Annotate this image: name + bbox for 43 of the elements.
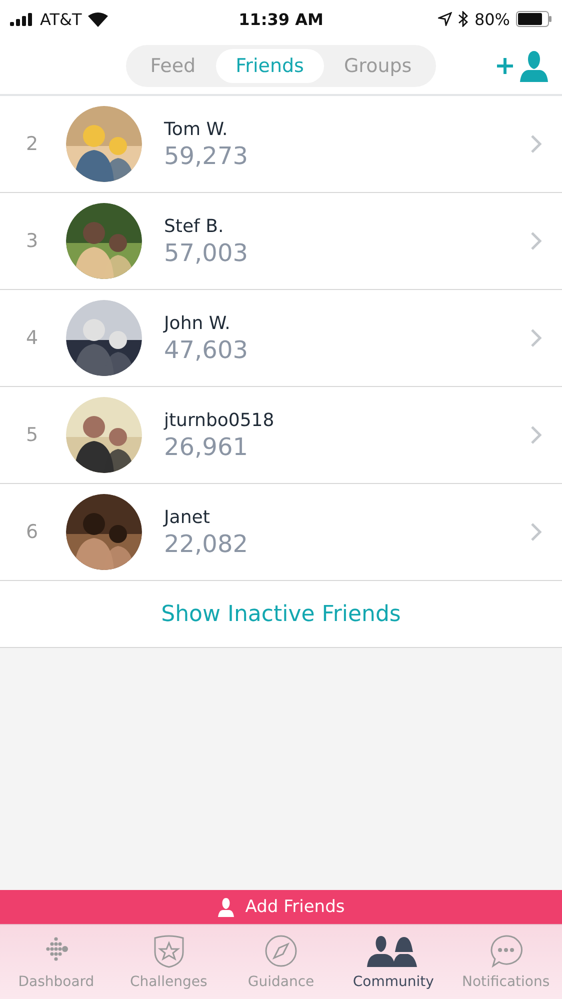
status-time: 11:39 AM: [238, 10, 324, 28]
star-shield-icon: [152, 934, 186, 968]
wifi-icon: [88, 12, 108, 26]
add-person-icon[interactable]: [496, 50, 550, 82]
speech-bubble-icon: [488, 934, 523, 968]
step-count: 26,961: [164, 432, 249, 460]
rank-number: 5: [26, 424, 40, 446]
step-count: 59,273: [164, 142, 249, 170]
chevron-icon[interactable]: [530, 134, 542, 154]
location-arrow-icon: [438, 12, 452, 26]
compass-icon: [264, 934, 298, 968]
people-icon: [367, 934, 420, 968]
nav-tab[interactable]: Challenges: [112, 925, 225, 999]
friend-name[interactable]: Janet: [164, 506, 530, 528]
chevron-icon[interactable]: [530, 425, 542, 445]
step-count: 47,603: [164, 336, 249, 364]
friend-name[interactable]: John W.: [164, 312, 530, 334]
chevron-icon[interactable]: [530, 231, 542, 251]
rank-number: 3: [26, 230, 40, 252]
nav-tab[interactable]: Notifications: [450, 925, 562, 999]
tab[interactable]: Groups: [324, 49, 432, 83]
friend-name[interactable]: Stef B.: [164, 216, 530, 236]
rank-number: 6: [26, 521, 40, 543]
battery-percent: 80%: [474, 10, 510, 28]
rank-number: 4: [26, 327, 40, 349]
step-count: 22,082: [164, 530, 249, 558]
nav-tab[interactable]: Community: [337, 925, 450, 999]
tab[interactable]: Feed: [130, 49, 216, 83]
tab[interactable]: Friends: [216, 49, 324, 83]
nav-tab[interactable]: Guidance: [224, 925, 338, 999]
nav-tab[interactable]: Dashboard: [0, 925, 112, 999]
carrier-name: AT&T: [40, 10, 82, 28]
signal-icon: [10, 12, 34, 26]
chevron-icon[interactable]: [530, 522, 542, 542]
add-friends-button[interactable]: Add Friends: [0, 890, 562, 924]
bluetooth-icon: [458, 11, 468, 27]
battery-icon: [516, 11, 552, 27]
step-count: 57,003: [164, 238, 249, 266]
chevron-icon[interactable]: [530, 328, 542, 348]
friend-name[interactable]: Tom W.: [164, 118, 530, 140]
rank-number: 2: [26, 133, 40, 155]
person-icon: [217, 897, 236, 917]
friend-name[interactable]: jturnbo0518: [164, 410, 530, 430]
